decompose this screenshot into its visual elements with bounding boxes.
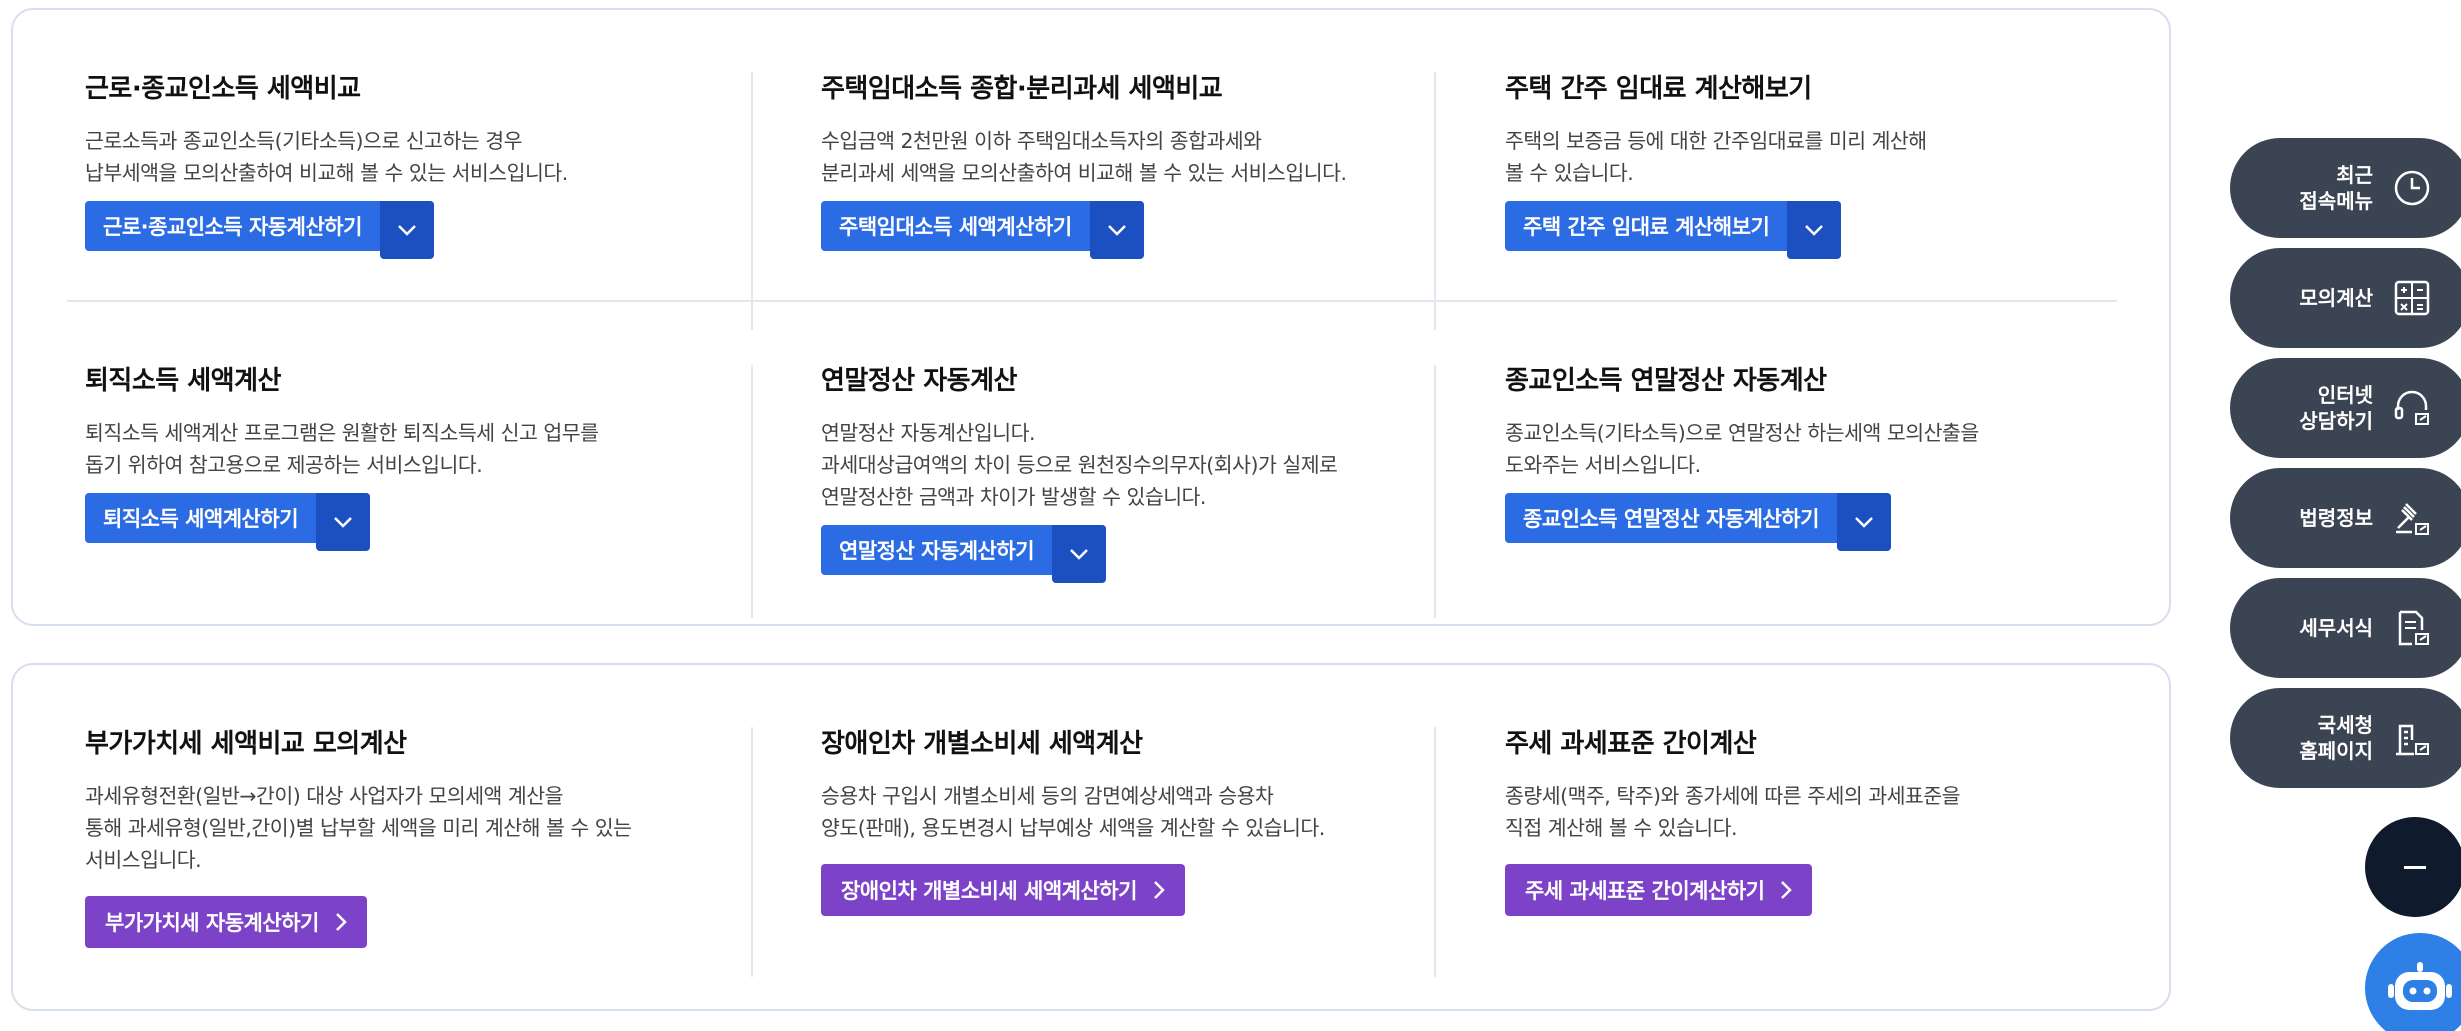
quick-menu-label: 인터넷 상담하기 <box>2299 383 2373 433</box>
quick-menu-label: 법령정보 <box>2299 506 2373 530</box>
card-description: 과세유형전환(일반→간이) 대상 사업자가 모의세액 계산을 통해 과세유형(일… <box>85 784 632 872</box>
religious-year-end-calc-button[interactable]: 종교인소득 연말정산 자동계산하기 <box>1505 493 1891 551</box>
chatbot-button[interactable] <box>2365 933 2461 1031</box>
chevron-down-icon <box>1855 517 1873 528</box>
divider <box>1434 727 1436 977</box>
headset-icon <box>2394 390 2429 425</box>
collapse-menu-button[interactable] <box>2365 817 2461 917</box>
card-title: 주택임대소득 종합·분리과세 세액비교 <box>821 74 1223 104</box>
quick-menu-consult[interactable]: 인터넷 상담하기 <box>2230 358 2461 458</box>
card-title: 퇴직소득 세액계산 <box>85 366 281 396</box>
button-label: 부가가치세 자동계산하기 <box>105 911 319 935</box>
button-label: 연말정산 자동계산하기 <box>839 539 1035 563</box>
divider <box>751 727 753 977</box>
card-description: 주택의 보증금 등에 대한 간주임대료를 미리 계산해 볼 수 있습니다. <box>1505 129 1927 185</box>
card-description: 연말정산 자동계산입니다. 과세대상급여액의 차이 등으로 원천징수의무자(회사… <box>821 421 1338 509</box>
calc-card-housing-rental: 주택임대소득 종합·분리과세 세액비교 수입금액 2천만원 이하 주택임대소득자… <box>821 68 1347 259</box>
dropdown-toggle[interactable] <box>379 201 434 259</box>
card-title: 부가가치세 세액비교 모의계산 <box>85 729 407 759</box>
disabled-car-calc-button[interactable]: 장애인차 개별소비세 세액계산하기 <box>821 864 1185 916</box>
housing-rental-calc-button[interactable]: 주택임대소득 세액계산하기 <box>821 201 1144 259</box>
button-label: 주택 간주 임대료 계산해보기 <box>1523 215 1770 239</box>
clock-icon <box>2394 170 2430 206</box>
quick-menu-label: 세무서식 <box>2299 616 2373 640</box>
chevron-right-icon <box>335 913 347 931</box>
card-description: 종량세(맥주, 탁주)와 종가세에 따른 주세의 과세표준을 직접 계산해 볼 … <box>1505 784 1961 840</box>
divider <box>751 365 753 618</box>
divider <box>751 72 753 330</box>
chevron-down-icon <box>1805 225 1824 236</box>
divider <box>67 300 2117 302</box>
dropdown-toggle[interactable] <box>1787 201 1842 259</box>
retirement-calc-button[interactable]: 퇴직소득 세액계산하기 <box>85 493 371 551</box>
vat-calc-button[interactable]: 부가가치세 자동계산하기 <box>85 896 367 948</box>
card-title: 주택 간주 임대료 계산해보기 <box>1505 74 1812 104</box>
building-icon <box>2396 724 2429 756</box>
quick-menu-law-info[interactable]: 법령정보 <box>2230 468 2461 568</box>
card-description: 근로소득과 종교인소득(기타소득)으로 신고하는 경우 납부세액을 모의산출하여… <box>85 129 568 185</box>
dropdown-toggle[interactable] <box>1836 493 1891 551</box>
liquor-tax-calc-button[interactable]: 주세 과세표준 간이계산하기 <box>1505 864 1813 916</box>
work-religious-calc-button[interactable]: 근로·종교인소득 자동계산하기 <box>85 201 434 259</box>
quick-menu-label: 최근 접속메뉴 <box>2299 163 2373 213</box>
button-label: 퇴직소득 세액계산하기 <box>103 507 299 531</box>
quick-menu-label: 모의계산 <box>2299 286 2373 310</box>
card-description: 퇴직소득 세액계산 프로그램은 원활한 퇴직소득세 신고 업무를 돕기 위하여 … <box>85 421 599 477</box>
calc-card-vat: 부가가치세 세액비교 모의계산 과세유형전환(일반→간이) 대상 사업자가 모의… <box>85 723 632 948</box>
button-label: 근로·종교인소득 자동계산하기 <box>103 215 362 239</box>
quick-menu-tax-forms[interactable]: 세무서식 <box>2230 578 2461 678</box>
divider <box>1434 365 1436 618</box>
chevron-right-icon <box>1781 881 1793 899</box>
quick-menu-nts-homepage[interactable]: 국세청 홈페이지 <box>2230 688 2461 788</box>
gavel-icon <box>2396 503 2429 535</box>
calculator-icon <box>2394 280 2430 316</box>
card-title: 연말정산 자동계산 <box>821 366 1017 396</box>
card-description: 승용차 구입시 개별소비세 등의 감면예상세액과 승용차 양도(판매), 용도변… <box>821 784 1325 840</box>
calc-card-deemed-rent: 주택 간주 임대료 계산해보기 주택의 보증금 등에 대한 간주임대료를 미리 … <box>1505 68 1927 259</box>
divider <box>1434 72 1436 330</box>
calc-card-disabled-car: 장애인차 개별소비세 세액계산 승용차 구입시 개별소비세 등의 감면예상세액과… <box>821 723 1325 916</box>
card-title: 근로·종교인소득 세액비교 <box>85 74 361 104</box>
deemed-rent-calc-button[interactable]: 주택 간주 임대료 계산해보기 <box>1505 201 1842 259</box>
button-label: 주세 과세표준 간이계산하기 <box>1525 879 1765 903</box>
chevron-down-icon <box>334 517 352 528</box>
quick-menu-label: 국세청 홈페이지 <box>2299 713 2373 763</box>
card-title: 장애인차 개별소비세 세액계산 <box>821 729 1143 759</box>
calculator-group-2: 부가가치세 세액비교 모의계산 과세유형전환(일반→간이) 대상 사업자가 모의… <box>11 663 2171 1011</box>
calculator-group-1: 근로·종교인소득 세액비교 근로소득과 종교인소득(기타소득)으로 신고하는 경… <box>11 8 2171 626</box>
button-label: 주택임대소득 세액계산하기 <box>839 215 1072 239</box>
calc-card-work-religious: 근로·종교인소득 세액비교 근로소득과 종교인소득(기타소득)으로 신고하는 경… <box>85 68 568 259</box>
card-title: 종교인소득 연말정산 자동계산 <box>1505 366 1827 396</box>
dropdown-toggle[interactable] <box>1052 525 1107 583</box>
calc-card-year-end: 연말정산 자동계산 연말정산 자동계산입니다. 과세대상급여액의 차이 등으로 … <box>821 360 1338 583</box>
chatbot-icon <box>2388 962 2452 1010</box>
button-label: 장애인차 개별소비세 세액계산하기 <box>841 879 1137 903</box>
dropdown-toggle[interactable] <box>1089 201 1144 259</box>
dropdown-toggle[interactable] <box>316 493 371 551</box>
minus-icon <box>2404 865 2426 869</box>
chevron-down-icon <box>1107 225 1126 236</box>
chevron-down-icon <box>1070 549 1088 560</box>
button-label: 종교인소득 연말정산 자동계산하기 <box>1523 507 1819 531</box>
card-title: 주세 과세표준 간이계산 <box>1505 729 1757 759</box>
quick-menu-recent[interactable]: 최근 접속메뉴 <box>2230 138 2461 238</box>
quick-menu-simulation[interactable]: 모의계산 <box>2230 248 2461 348</box>
calc-card-liquor-tax: 주세 과세표준 간이계산 종량세(맥주, 탁주)와 종가세에 따른 주세의 과세… <box>1505 723 1961 916</box>
card-description: 수입금액 2천만원 이하 주택임대소득자의 종합과세와 분리과세 세액을 모의산… <box>821 129 1347 185</box>
card-description: 종교인소득(기타소득)으로 연말정산 하는세액 모의산출을 도와주는 서비스입니… <box>1505 421 1979 477</box>
calc-card-religious-year-end: 종교인소득 연말정산 자동계산 종교인소득(기타소득)으로 연말정산 하는세액 … <box>1505 360 1979 551</box>
chevron-down-icon <box>398 225 416 236</box>
document-icon <box>2398 610 2429 646</box>
chevron-right-icon <box>1154 881 1165 899</box>
year-end-calc-button[interactable]: 연말정산 자동계산하기 <box>821 525 1107 583</box>
calc-card-retirement: 퇴직소득 세액계산 퇴직소득 세액계산 프로그램은 원활한 퇴직소득세 신고 업… <box>85 360 599 551</box>
